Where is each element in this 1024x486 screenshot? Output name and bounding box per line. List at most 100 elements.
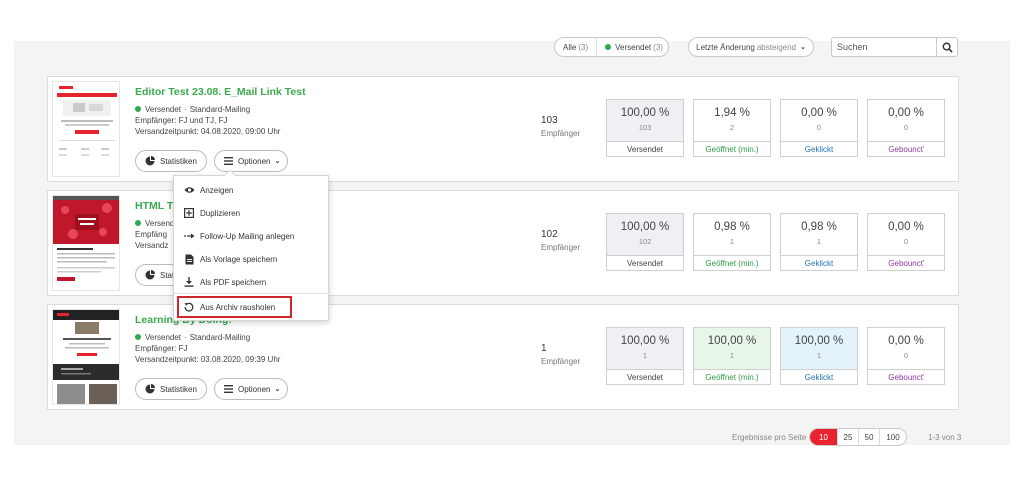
- filter-all-count: (3): [578, 42, 589, 52]
- filter-sent-count: (3): [653, 42, 663, 52]
- stat-percent: 0,98 %: [801, 221, 837, 233]
- page-size-100[interactable]: 100: [879, 429, 906, 445]
- stat-percent: 100,00 %: [620, 107, 670, 119]
- stat-percent: 100,00 %: [620, 335, 670, 347]
- stat-count: 1: [729, 237, 735, 246]
- separator: ·: [184, 105, 187, 114]
- stat-bounced[interactable]: 0,00 % 0 Gebouncť: [867, 99, 945, 157]
- sort-label: Letzte Änderung: [696, 42, 755, 52]
- search-box: [831, 37, 958, 57]
- menu-item-label: Aus Archiv rausholen: [200, 302, 276, 312]
- sort-dropdown[interactable]: Letzte Änderung absteigend ⌄: [688, 37, 814, 57]
- menu-item-anzeigen[interactable]: Anzeigen: [174, 179, 330, 201]
- menu-item-duplizieren[interactable]: Duplizieren: [174, 202, 330, 224]
- search-input[interactable]: [832, 38, 936, 56]
- mailing-preview-thumbnail[interactable]: [52, 309, 120, 405]
- chevron-down-icon: ⌄: [274, 386, 281, 393]
- stat-percent: 100,00 %: [620, 221, 670, 233]
- status-text: Versendet: [145, 333, 182, 342]
- stat-label: Geöffnet (min.): [705, 145, 759, 154]
- stat-clicked[interactable]: 0,00 % 0 Geklickt: [780, 99, 858, 157]
- mailing-meta: Versendet · Standard-Mailing Empfänger: FJ…: [135, 104, 280, 137]
- status-filter: Alle (3) Versendet (3): [554, 37, 669, 57]
- options-button[interactable]: Optionen ⌄: [214, 150, 288, 172]
- pie-chart-icon: [145, 384, 155, 394]
- search-button[interactable]: [936, 38, 957, 56]
- recipients-label: Empfänger: [541, 357, 581, 366]
- menu-item-aus-archiv-rausholen[interactable]: Aus Archiv rausholen: [174, 296, 330, 318]
- stat-opened[interactable]: 100,00 % 1 Geöffnet (min.): [693, 327, 771, 385]
- mailing-title[interactable]: Editor Test 23.08. E_Mail Link Test: [135, 86, 306, 98]
- page-size-25[interactable]: 25: [837, 429, 858, 445]
- stat-bounced[interactable]: 0,00 % 0 Gebouncť: [867, 213, 945, 271]
- stat-percent: 0,98 %: [714, 221, 750, 233]
- statistics-button[interactable]: Statistiken: [135, 150, 207, 172]
- menu-item-label: Als Vorlage speichern: [200, 254, 278, 264]
- recipients-line: Empfänger: FJ: [135, 344, 188, 353]
- stat-opened[interactable]: 0,98 % 1 Geöffnet (min.): [693, 213, 771, 271]
- pie-chart-icon: [145, 156, 155, 166]
- stat-clicked[interactable]: 100,00 % 1 Geklickt: [780, 327, 858, 385]
- sent-time: Versandz: [135, 241, 169, 250]
- menu-item-pdf[interactable]: Als PDF speichern: [174, 271, 330, 293]
- stat-count: 0: [816, 123, 822, 132]
- page-size-10[interactable]: 10: [810, 429, 837, 445]
- stat-percent: 0,00 %: [888, 335, 924, 347]
- separator: ·: [184, 333, 187, 342]
- mailing-type: Standard-Mailing: [189, 105, 251, 114]
- mailing-preview-thumbnail[interactable]: [52, 195, 120, 291]
- mailing-title[interactable]: HTML T: [135, 200, 173, 212]
- download-icon: [183, 277, 195, 287]
- duplicate-icon: [183, 208, 195, 218]
- stat-percent: 0,00 %: [888, 221, 924, 233]
- mailing-meta: Versend Empfäng Versandz: [135, 218, 174, 251]
- statistics-button[interactable]: Statistiken: [135, 378, 207, 400]
- email-preview-image: [53, 196, 119, 290]
- options-label: Optionen: [238, 156, 271, 166]
- menu-item-vorlage[interactable]: Als Vorlage speichern: [174, 248, 330, 270]
- filter-sent-button[interactable]: Versendet (3): [596, 38, 671, 56]
- filter-all-button[interactable]: Alle (3): [555, 38, 596, 56]
- filter-sent-label: Versendet: [615, 42, 652, 52]
- stat-opened[interactable]: 1,94 % 2 Geöffnet (min.): [693, 99, 771, 157]
- filter-all-label: Alle: [563, 42, 577, 52]
- stat-percent: 0,00 %: [888, 107, 924, 119]
- page-size-50[interactable]: 50: [858, 429, 879, 445]
- stat-label: Versendet: [626, 373, 664, 382]
- email-preview-image: [53, 82, 119, 176]
- email-preview-image: [53, 310, 119, 404]
- pie-chart-icon: [145, 270, 155, 280]
- stat-label: Gebouncť: [888, 145, 924, 154]
- stat-label: Versendet: [626, 259, 664, 268]
- sent-status-dot-icon: [135, 334, 141, 340]
- menu-lines-icon: [224, 157, 233, 165]
- stat-count: 0: [903, 237, 909, 246]
- menu-item-follow-up[interactable]: Follow-Up Mailing anlegen: [174, 225, 330, 247]
- mailing-meta: Versendet · Standard-Mailing Empfänger: FJ…: [135, 332, 280, 365]
- search-icon: [942, 42, 953, 53]
- stat-sent[interactable]: 100,00 % 1 Versendet: [606, 327, 684, 385]
- recipients-summary: 103 Empfänger: [541, 115, 580, 138]
- stat-count: 1: [816, 351, 822, 360]
- stat-bounced[interactable]: 0,00 % 0 Gebouncť: [867, 327, 945, 385]
- stat-label: Versendet: [626, 145, 664, 154]
- menu-lines-icon: [224, 385, 233, 393]
- recipients-count: 103: [541, 115, 558, 126]
- stat-clicked[interactable]: 0,98 % 1 Geklickt: [780, 213, 858, 271]
- recipients-count: 102: [541, 229, 558, 240]
- mailing-preview-thumbnail[interactable]: [52, 81, 120, 177]
- results-per-page-label: Ergebnisse pro Seite: [732, 432, 807, 442]
- stat-label: Gebouncť: [888, 259, 924, 268]
- template-document-icon: [183, 254, 195, 265]
- chevron-down-icon: ⌄: [800, 44, 806, 51]
- stat-sent[interactable]: 100,00 % 102 Versendet: [606, 213, 684, 271]
- stat-label: Geklickt: [804, 145, 834, 154]
- stat-label: Geöffnet (min.): [705, 259, 759, 268]
- sent-status-dot-icon: [135, 220, 141, 226]
- recipients-count: 1: [541, 343, 547, 354]
- recipients-line: Empfänger: FJ und TJ, FJ: [135, 116, 228, 125]
- options-button[interactable]: Optionen ⌄: [214, 378, 288, 400]
- stat-sent[interactable]: 100,00 % 103 Versendet: [606, 99, 684, 157]
- status-text: Versendet: [145, 105, 182, 114]
- sent-status-dot-icon: [605, 44, 612, 50]
